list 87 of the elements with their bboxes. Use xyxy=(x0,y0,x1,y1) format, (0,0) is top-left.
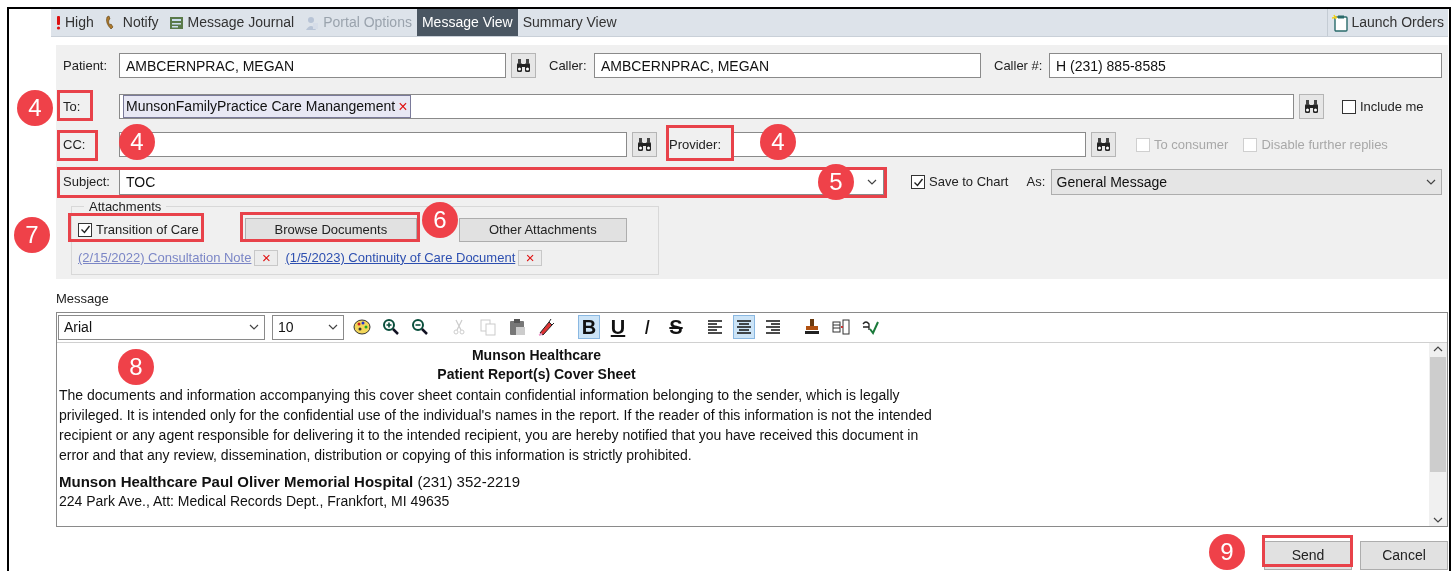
chevron-down-icon xyxy=(867,179,877,185)
subject-value: TOC xyxy=(126,172,156,192)
toolbar-button[interactable]: Message Journal xyxy=(163,9,300,36)
dropdown-value: 10 xyxy=(278,317,294,337)
copy-icon xyxy=(479,318,497,336)
palette-icon xyxy=(353,318,371,336)
scrollbar[interactable] xyxy=(1429,342,1447,526)
zoom-out-icon xyxy=(411,318,429,336)
group-label: Attachments xyxy=(88,198,163,216)
chevron-down-icon xyxy=(249,324,259,330)
format-button[interactable]: I xyxy=(636,315,658,339)
document-heading: Munson Healthcare xyxy=(471,345,602,365)
toolbar-button[interactable]: High xyxy=(51,9,99,36)
highlighter-icon xyxy=(537,318,555,336)
search-button[interactable] xyxy=(632,132,657,157)
disclaimer-paragraph: The documents and information accompanying this cover sheet contain confidential information belonging to the sender, which is legally privileged. It is intended only for the confidential use of the individual's names in the report. If the reader of this information is not the intended recipient or any agent responsible for delivering it to the intended recipient, you are hereby notified that you have received this document in error and that any review, dissemination, distribution or copying of this information is strictly prohibited. xyxy=(59,385,933,465)
clipboard-icon xyxy=(508,318,526,336)
transition-of-care-checkbox[interactable]: Transition of Care xyxy=(78,219,199,240)
binoculars-icon xyxy=(1095,136,1112,153)
binoculars-icon xyxy=(515,57,532,74)
document-heading: Patient Report(s) Cover Sheet xyxy=(437,364,636,384)
phone-field[interactable]: H (231) 885-8585 xyxy=(1049,53,1442,78)
field-label: Caller: xyxy=(549,56,587,75)
message-type-dropdown[interactable]: General Message xyxy=(1050,169,1442,195)
patient-field[interactable]: AMBCERNPRAC, MEGAN xyxy=(119,53,506,78)
format-button[interactable]: S xyxy=(665,315,687,339)
toolbar-button[interactable]: Notify xyxy=(98,9,164,36)
remove-button[interactable]: × xyxy=(518,249,543,266)
hospital-line: Munson Healthcare Paul Oliver Memorial Hospital (231) 352-2219 xyxy=(59,471,521,492)
recipient-chip: MunsonFamilyPractice Care Manangement × xyxy=(123,95,411,118)
check-icon xyxy=(912,176,924,188)
align-right-icon xyxy=(764,318,782,336)
field-label: Subject: xyxy=(63,173,110,192)
document-link[interactable]: (1/5/2023) Continuity of Care Document xyxy=(285,247,516,268)
chevron-down-icon xyxy=(1426,179,1436,185)
highlight-box xyxy=(57,130,98,161)
chevron-down-icon xyxy=(1433,516,1443,523)
remove-button[interactable]: × xyxy=(254,249,279,266)
exclamation-icon xyxy=(56,14,61,31)
check-icon xyxy=(79,224,91,235)
recipients-field[interactable]: MunsonFamilyPractice Care Manangement × xyxy=(119,94,1294,119)
field-label: As: xyxy=(1026,173,1046,192)
dropdown-value: Arial xyxy=(64,317,92,337)
search-button[interactable] xyxy=(1091,132,1116,157)
provider-field[interactable] xyxy=(732,132,1086,157)
zoom-in-icon xyxy=(382,318,400,336)
scrollbar-thumb[interactable] xyxy=(1430,356,1446,472)
field-label: Provider: xyxy=(669,135,722,154)
toolbar-button[interactable]: Summary View xyxy=(517,9,622,36)
font-dropdown[interactable]: Arial xyxy=(58,314,265,340)
highlight-box xyxy=(666,125,734,161)
caller-field[interactable]: AMBCERNPRAC, MEGAN xyxy=(594,53,981,78)
toolbar-button[interactable]: Message View xyxy=(416,9,518,36)
section-label: Message xyxy=(56,289,110,307)
include-me-checkbox[interactable]: Include me xyxy=(1342,96,1424,117)
stamp-icon xyxy=(803,318,821,336)
toolbar-button[interactable] xyxy=(733,315,755,339)
toolbar-button[interactable]: Launch Orders xyxy=(1327,9,1448,36)
align-left-icon xyxy=(706,318,724,336)
format-button[interactable]: B xyxy=(578,315,600,339)
cc-field[interactable] xyxy=(119,132,627,157)
save-to-chart-checkbox[interactable]: Save to Chart xyxy=(911,172,1009,192)
scissors-icon xyxy=(450,318,468,336)
attachment-button[interactable]: Other Attachments xyxy=(458,217,627,242)
field-label: To: xyxy=(63,97,81,116)
dialog-button[interactable]: Cancel xyxy=(1360,540,1448,570)
align-center-icon xyxy=(735,318,753,336)
binoculars-icon xyxy=(636,136,653,153)
chevron-down-icon xyxy=(328,324,338,330)
binoculars-icon xyxy=(1303,98,1320,115)
search-button[interactable] xyxy=(511,53,536,78)
search-button[interactable] xyxy=(1299,94,1324,119)
dropdown-value: General Message xyxy=(1056,172,1167,192)
journal-icon xyxy=(168,14,184,31)
size-dropdown[interactable]: 10 xyxy=(272,314,344,340)
remove-button[interactable]: × xyxy=(398,98,408,115)
chevron-up-icon xyxy=(1433,345,1443,352)
field-label: CC: xyxy=(63,135,86,154)
format-button[interactable]: U xyxy=(607,315,629,339)
person-icon xyxy=(304,14,320,31)
insert-icon xyxy=(832,318,850,336)
highlight-box xyxy=(57,90,93,121)
clipboard-icon xyxy=(1332,13,1350,32)
field-label: Patient: xyxy=(63,56,108,75)
attachment-button[interactable]: Browse Documents xyxy=(244,217,417,242)
field-label: Caller #: xyxy=(994,56,1043,75)
address-line: 224 Park Ave., Att: Medical Records Dept., Frankfort, MI 49635 xyxy=(59,491,451,511)
